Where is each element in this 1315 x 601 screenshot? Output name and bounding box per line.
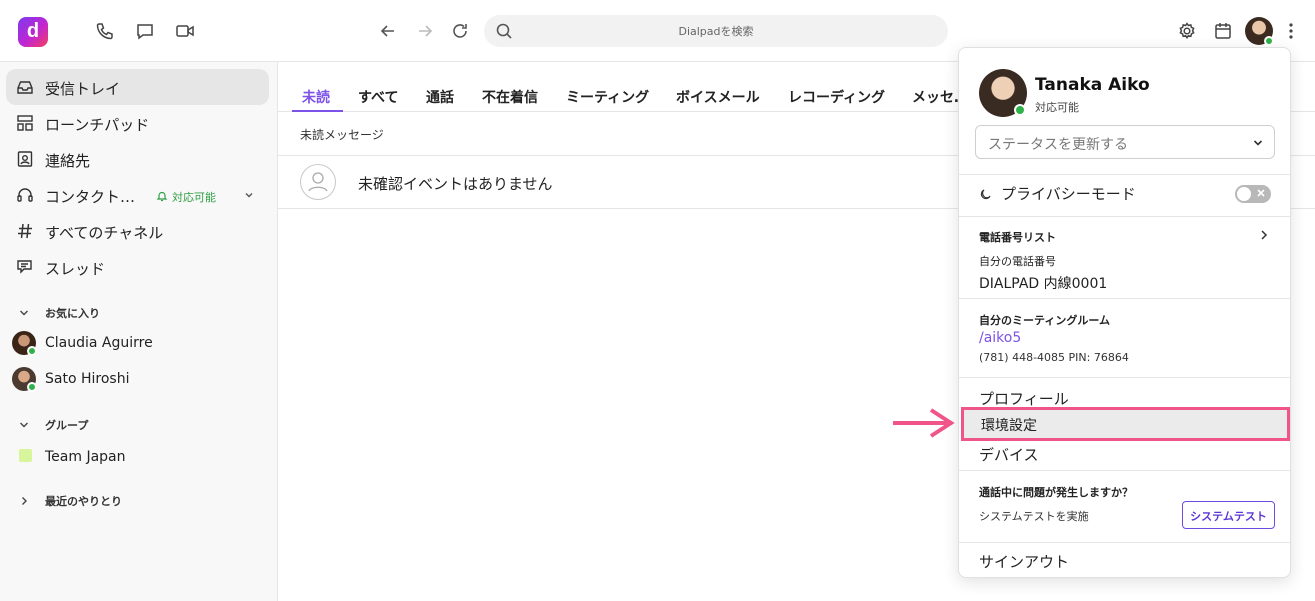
status-select[interactable]: ステータスを更新する	[975, 125, 1275, 159]
group-name: Team Japan	[45, 449, 126, 465]
favorite-name: Sato Hiroshi	[45, 371, 130, 387]
menu-item-sign-out[interactable]: サインアウト	[979, 551, 1069, 572]
privacy-mode-toggle[interactable]	[1235, 185, 1271, 203]
search-bar[interactable]: Dialpadを検索	[484, 15, 948, 47]
sidebar-item-all-channels[interactable]: すべてのチャネル	[6, 213, 269, 249]
online-status-dot	[1264, 36, 1274, 46]
sidebar-item-inbox[interactable]: 受信トレイ	[6, 69, 269, 105]
divider	[959, 377, 1290, 378]
back-arrow-icon[interactable]	[378, 21, 398, 41]
tab-meetings[interactable]: ミーティング	[566, 87, 649, 107]
menu-item-devices[interactable]: デバイス	[979, 444, 1039, 465]
online-status-dot	[27, 346, 37, 356]
contact-center-status: 対応可能	[156, 189, 216, 205]
dialpad-logo[interactable]: d	[18, 17, 48, 47]
chevron-down-icon[interactable]	[243, 189, 255, 201]
close-icon	[1257, 189, 1265, 197]
chevron-down-icon	[20, 422, 28, 428]
tab-calls[interactable]: 通話	[426, 87, 454, 107]
launchpad-icon	[16, 114, 34, 132]
system-test-button-label: システムテスト	[1190, 510, 1267, 523]
video-icon[interactable]	[175, 21, 195, 41]
phone-icon[interactable]	[95, 21, 115, 41]
meeting-room-link[interactable]: /aiko5	[979, 330, 1021, 346]
divider	[959, 298, 1290, 299]
menu-user-status: 対応可能	[1035, 101, 1079, 114]
online-status-dot	[27, 382, 37, 392]
reload-icon[interactable]	[450, 21, 470, 41]
more-vertical-icon[interactable]	[1281, 21, 1301, 41]
tab-unread[interactable]: 未読	[302, 87, 330, 107]
sidebar-item-label: 連絡先	[45, 152, 91, 170]
sidebar-item-label: コンタクト…	[45, 188, 136, 206]
divider	[959, 542, 1290, 543]
chevron-right-icon	[22, 497, 27, 505]
online-status-dot	[1014, 104, 1026, 116]
my-number-label: 自分の電話番号	[979, 255, 1056, 268]
empty-state-text: 未確認イベントはありません	[358, 175, 553, 193]
favorites-label: お気に入り	[45, 307, 100, 320]
bell-icon	[156, 191, 168, 202]
menu-item-preferences-label: 環境設定	[981, 418, 1037, 434]
group-color-square	[19, 449, 32, 462]
meeting-room-dialin: (781) 448-4085 PIN: 76864	[979, 351, 1129, 364]
gear-icon[interactable]	[1177, 21, 1197, 41]
call-issue-title: 通話中に問題が発生しますか？	[979, 486, 1133, 499]
contacts-icon	[16, 150, 34, 168]
toggle-knob	[1237, 187, 1251, 201]
chat-icon[interactable]	[135, 21, 155, 41]
menu-item-profile[interactable]: プロフィール	[979, 388, 1069, 409]
chevron-down-icon	[20, 310, 28, 316]
privacy-mode-label: プライバシーモード	[1001, 185, 1136, 203]
annotation-arrow-icon	[893, 408, 955, 438]
sidebar-item-label: ローンチパッド	[45, 116, 150, 134]
favorite-name: Claudia Aguirre	[45, 335, 153, 351]
search-placeholder: Dialpadを検索	[678, 25, 754, 38]
phone-list-title[interactable]: 電話番号リスト	[979, 229, 1056, 245]
sidebar-item-contact-center[interactable]: コンタクト… 対応可能	[6, 177, 269, 213]
thread-icon	[16, 258, 34, 276]
my-number-value: DIALPAD 内線0001	[979, 276, 1108, 292]
avatar	[12, 331, 37, 356]
sidebar-item-contacts[interactable]: 連絡先	[6, 141, 269, 177]
recent-label: 最近のやりとり	[45, 495, 122, 508]
tab-missed-calls[interactable]: 不在着信	[482, 87, 538, 107]
user-avatar-button[interactable]	[1245, 17, 1274, 46]
divider	[959, 216, 1290, 217]
sidebar-item-label: すべてのチャネル	[45, 224, 164, 242]
menu-user-avatar	[979, 69, 1027, 117]
menu-user-name: Tanaka Aiko	[1035, 75, 1150, 95]
inbox-icon	[16, 78, 34, 96]
call-issue-text: システムテストを実施	[979, 510, 1089, 523]
avatar	[12, 367, 37, 392]
moon-icon	[980, 189, 991, 200]
system-test-button[interactable]: システムテスト	[1182, 501, 1275, 529]
tab-voicemail[interactable]: ボイスメール	[676, 87, 760, 107]
subheader-text: 未読メッセージ	[300, 128, 384, 142]
tab-all[interactable]: すべて	[358, 87, 398, 107]
status-select-placeholder: ステータスを更新する	[988, 137, 1128, 153]
groups-label: グループ	[45, 419, 89, 432]
meeting-room-title: 自分のミーティングルーム	[979, 314, 1111, 327]
contact-center-status-text: 対応可能	[172, 191, 216, 204]
chevron-down-icon	[1253, 140, 1263, 146]
headset-icon	[16, 186, 34, 204]
sidebar-item-label: スレッド	[45, 260, 106, 278]
hash-icon	[16, 222, 34, 240]
forward-arrow-icon[interactable]	[415, 21, 435, 41]
user-placeholder-icon	[300, 164, 336, 200]
tab-recordings[interactable]: レコーディング	[788, 87, 885, 107]
sidebar: 受信トレイ ローンチパッド 連絡先 コンタクト… 対応可能 すべてのチャネル ス…	[0, 62, 278, 601]
group-team-japan[interactable]: Team Japan	[0, 445, 270, 473]
profile-dropdown-menu: Tanaka Aiko 対応可能 ステータスを更新する プライバシーモード 電話…	[958, 47, 1291, 578]
calendar-icon[interactable]	[1213, 21, 1233, 41]
menu-item-preferences[interactable]: 環境設定	[961, 407, 1290, 441]
sidebar-item-label: 受信トレイ	[45, 80, 121, 98]
divider	[959, 174, 1290, 175]
divider	[959, 470, 1290, 471]
chevron-right-icon[interactable]	[1257, 228, 1271, 242]
sidebar-item-launchpad[interactable]: ローンチパッド	[6, 105, 269, 141]
sidebar-item-threads[interactable]: スレッド	[6, 249, 269, 285]
